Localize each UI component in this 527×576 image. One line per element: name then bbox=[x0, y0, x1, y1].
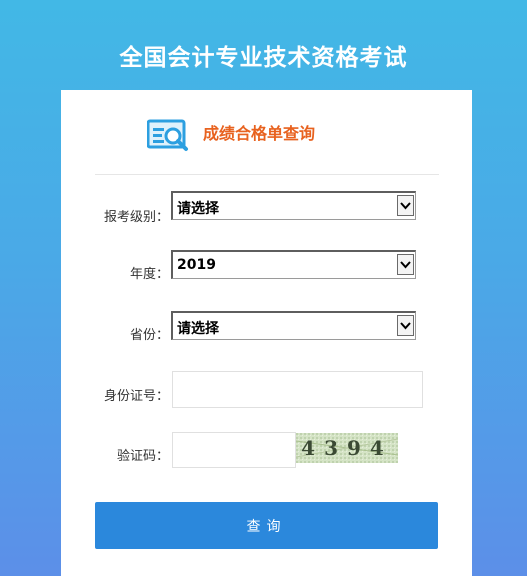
chevron-down-icon[interactable] bbox=[397, 254, 414, 275]
level-select[interactable]: 请选择 bbox=[171, 191, 416, 220]
id-number-input[interactable] bbox=[172, 371, 423, 408]
query-card: 成绩合格单查询 报考级别： 请选择 年度： 2019 省份： 请选择 身份证号：… bbox=[61, 90, 472, 576]
year-label: 年度： bbox=[129, 267, 169, 282]
chevron-down-icon[interactable] bbox=[397, 315, 414, 336]
divider bbox=[95, 174, 439, 175]
card-heading: 成绩合格单查询 bbox=[203, 124, 316, 143]
level-select-value: 请选择 bbox=[177, 201, 219, 217]
year-select-value: 2019 bbox=[177, 257, 216, 273]
id-number-label: 身份证号： bbox=[103, 389, 169, 404]
chevron-down-icon[interactable] bbox=[397, 195, 414, 216]
level-label: 报考级别： bbox=[103, 210, 169, 225]
province-select[interactable]: 请选择 bbox=[171, 311, 416, 340]
province-select-value: 请选择 bbox=[177, 321, 219, 337]
captcha-input[interactable] bbox=[172, 432, 296, 468]
captcha-label: 验证码： bbox=[116, 449, 169, 464]
card-header: 成绩合格单查询 bbox=[61, 90, 472, 174]
province-label: 省份： bbox=[129, 328, 169, 343]
captcha-image[interactable]: 4394 bbox=[296, 433, 398, 463]
query-button[interactable]: 查询 bbox=[95, 502, 438, 549]
query-document-icon bbox=[147, 119, 188, 151]
page-title: 全国会计专业技术资格考试 bbox=[119, 45, 408, 71]
captcha-text: 4394 bbox=[301, 436, 393, 460]
year-select[interactable]: 2019 bbox=[171, 250, 416, 279]
